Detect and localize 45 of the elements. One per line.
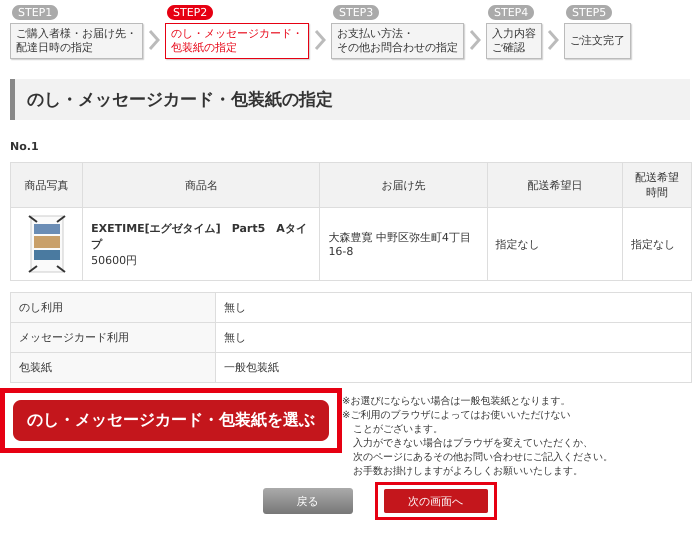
chevron-icon — [547, 29, 559, 51]
note-text: ことがございます。 — [353, 423, 444, 437]
step-label: ご注文完了 — [570, 34, 625, 48]
table-cell: 大森豊寛 中野区弥生町4丁目16-8 — [320, 208, 488, 280]
column-header: 配送希望 — [634, 170, 679, 185]
table-cell: 指定なし — [487, 208, 622, 280]
step-label: お支払い方法・ — [337, 27, 415, 41]
table-cell: 指定なし — [622, 208, 692, 280]
table-cell: 無し — [216, 292, 692, 322]
step-label: のし・メッセージカード・ — [171, 27, 303, 41]
chevron-icon — [469, 29, 481, 51]
step-badge: STEP4 — [488, 5, 534, 20]
note-text: 入力ができない場合はブラウザを変えていただくか、 — [353, 437, 594, 451]
step-badge: STEP1 — [12, 5, 58, 20]
back-button[interactable]: 戻る — [262, 488, 352, 514]
column-header: 商品名 — [184, 178, 218, 192]
note-text: ※ご利用のブラウザによってはお使いいただけない — [342, 409, 572, 423]
step-badge: STEP3 — [333, 5, 380, 20]
table-cell: のし利用 — [10, 292, 216, 322]
step-label: 包装紙の指定 — [171, 41, 238, 55]
table-cell: 包装紙 — [10, 352, 216, 382]
column-header: 時間 — [646, 185, 668, 200]
table-cell: EXETIME[エグゼタイム] Part5 Aタイプ 50600円 — [82, 208, 320, 280]
column-header: お届け先 — [382, 178, 426, 192]
step-label: ご確認 — [492, 41, 526, 55]
chevron-icon — [314, 29, 326, 51]
step-label: 入力内容 — [492, 27, 536, 41]
column-header: 商品写真 — [24, 178, 69, 192]
table-cell: メッセージカード利用 — [10, 322, 216, 352]
step-label: その他お問合わせの指定 — [337, 41, 458, 55]
order-number: No.1 — [10, 140, 40, 153]
table-cell: 一般包装紙 — [216, 352, 692, 382]
column-header: 配送希望日 — [527, 178, 582, 192]
step-badge: STEP5 — [566, 5, 612, 20]
step-label: 配達日時の指定 — [16, 41, 94, 55]
next-button[interactable]: 次の画面へ — [384, 489, 488, 513]
table-cell: 無し — [216, 322, 692, 352]
step-badge: STEP2 — [167, 5, 214, 20]
note-text: お手数お掛けしますがよろしくお願いいたします。 — [353, 465, 584, 479]
note-text: 次のページにあるその他お問い合わせにご記入ください。 — [353, 451, 613, 465]
step-label: ご購入者様・お届け先・ — [16, 27, 137, 41]
choose-wrapping-button[interactable]: のし・メッセージカード・包装紙を選ぶ — [13, 400, 329, 441]
page-heading: のし・メッセージカード・包装紙の指定 — [10, 79, 690, 120]
note-text: ※お選びにならない場合は一般包装紙となります。 — [342, 395, 572, 409]
chevron-icon — [148, 29, 160, 51]
